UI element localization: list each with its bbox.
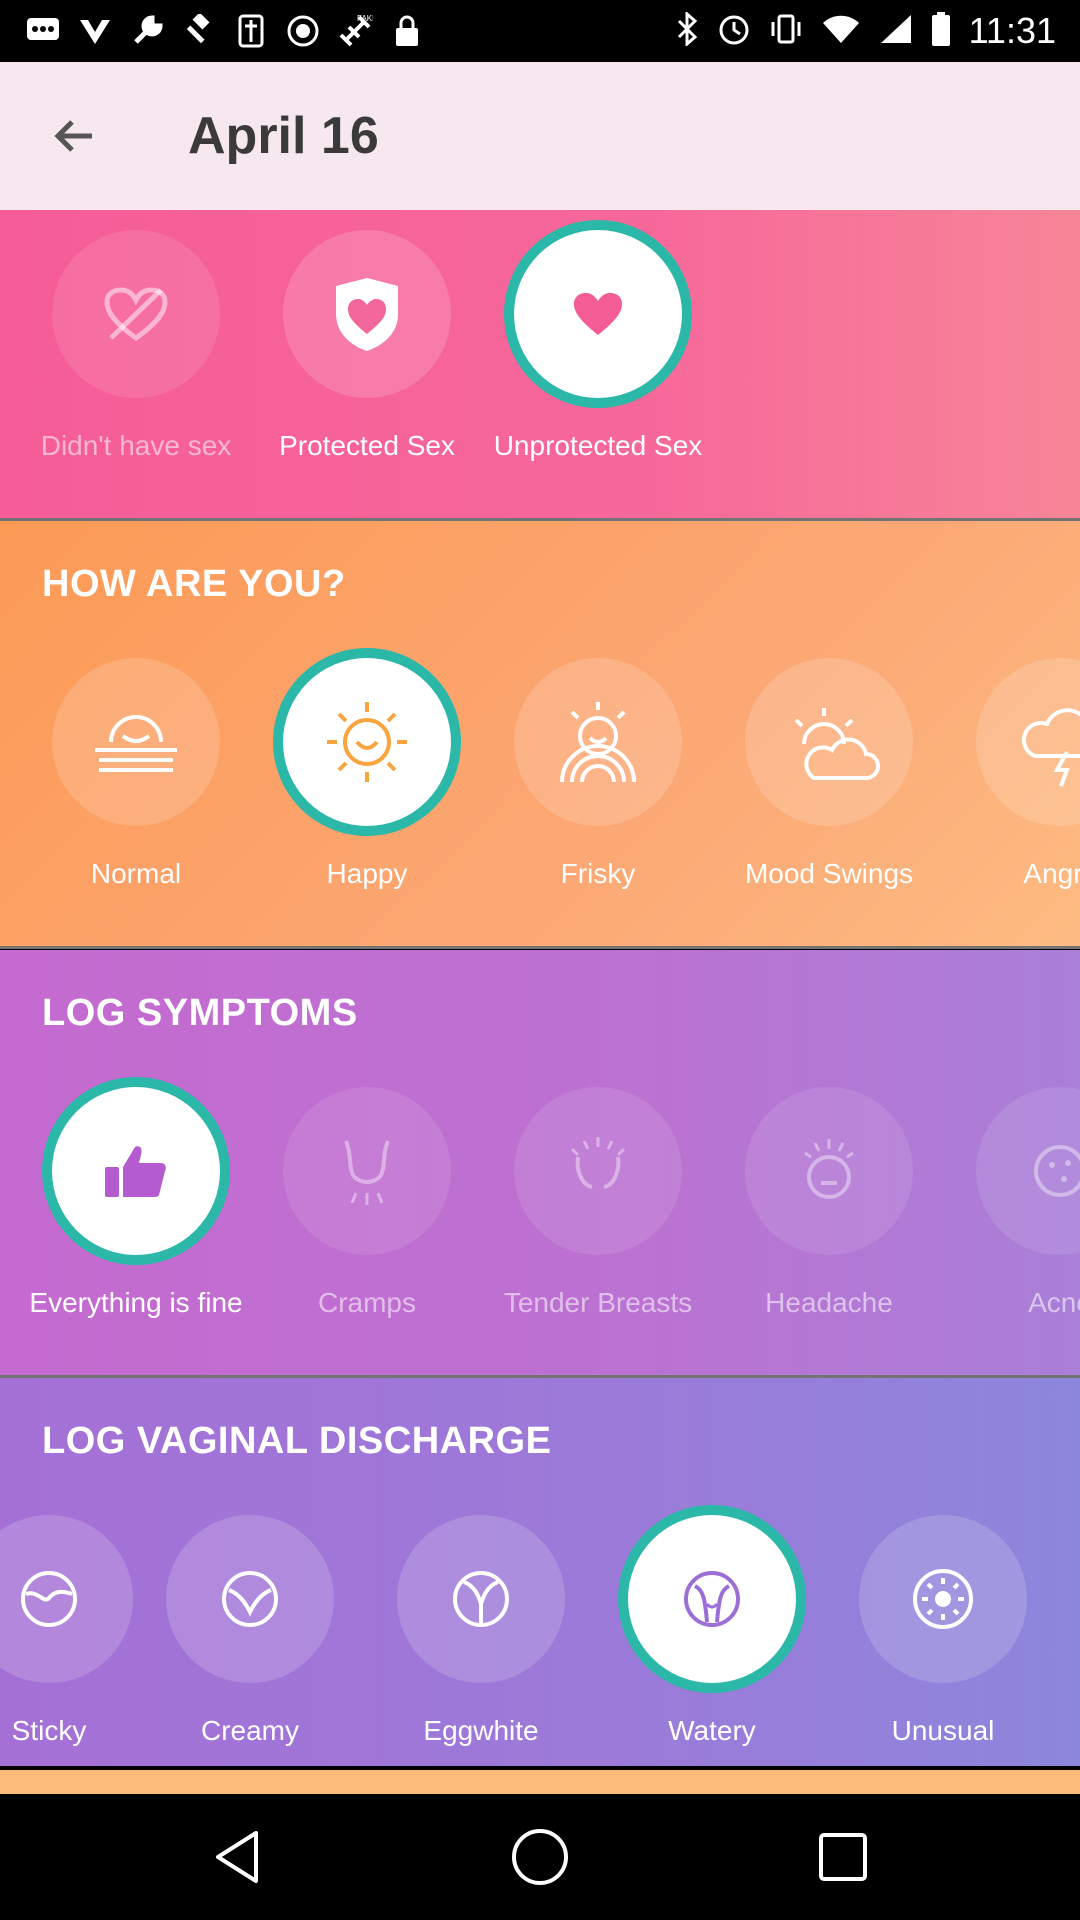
- nav-home-button[interactable]: [500, 1822, 580, 1892]
- discharge-section: LOG VAGINAL DISCHARGE Sticky Creamy Eggw…: [0, 1378, 1080, 1766]
- back-button[interactable]: [40, 102, 108, 170]
- symptom-acne[interactable]: Acne: [945, 1087, 1080, 1321]
- discharge-unusual[interactable]: Unusual: [828, 1515, 1058, 1749]
- symptom-label: Headache: [765, 1287, 893, 1318]
- watery-icon: [628, 1515, 796, 1683]
- recents-square-icon: [819, 1833, 867, 1881]
- cramps-icon: [283, 1087, 451, 1255]
- arrow-left-icon: [54, 120, 92, 152]
- next-section-strip: [0, 1770, 1080, 1794]
- no-heart-icon: [52, 230, 220, 398]
- fake-gps-icon: FAKE: [336, 12, 374, 50]
- symptom-label: Cramps: [317, 1287, 416, 1318]
- alarm-icon: [717, 12, 751, 51]
- eggwhite-icon: [397, 1515, 565, 1683]
- mood-angry[interactable]: Angry: [945, 658, 1080, 892]
- acne-icon: [976, 1087, 1080, 1255]
- mood-normal[interactable]: Normal: [21, 658, 251, 892]
- option-protected-sex[interactable]: Protected Sex: [252, 230, 482, 464]
- mood-label: Angry: [1023, 858, 1080, 889]
- mood-section: HOW ARE YOU? Normal Happy Frisky Mood Sw…: [0, 521, 1080, 946]
- app-header: April 16: [0, 62, 1080, 210]
- system-icons: 11:31: [675, 10, 1056, 52]
- discharge-label: Eggwhite: [423, 1715, 539, 1746]
- thumbs-up-icon: [52, 1087, 220, 1255]
- headache-icon: [745, 1087, 913, 1255]
- vibrate-icon: [769, 12, 803, 51]
- symptom-label: Acne: [1028, 1287, 1080, 1318]
- page-title: April 16: [188, 107, 379, 165]
- discharge-label: Creamy: [200, 1715, 299, 1746]
- discharge-watery[interactable]: Watery: [597, 1515, 827, 1749]
- sun-horizon-icon: [52, 658, 220, 826]
- discharge-label: Watery: [668, 1715, 756, 1746]
- discharge-label: Unusual: [891, 1715, 995, 1746]
- rainbow-sun-icon: [514, 658, 682, 826]
- lock-icon: [388, 12, 426, 50]
- mood-label: Mood Swings: [744, 858, 914, 889]
- mood-frisky[interactable]: Frisky: [483, 658, 713, 892]
- back-triangle-icon: [216, 1831, 258, 1883]
- option-unprotected-sex[interactable]: Unprotected Sex: [483, 230, 713, 464]
- battery-icon: [931, 11, 951, 52]
- plugin-icon: [232, 12, 270, 50]
- smiling-sun-icon: [283, 658, 451, 826]
- creamy-icon: [166, 1515, 334, 1683]
- mood-label: Normal: [90, 858, 182, 889]
- shield-heart-icon: [283, 230, 451, 398]
- option-label: Unprotected Sex: [493, 430, 703, 461]
- chat-icon: [24, 12, 62, 50]
- symptoms-section: LOG SYMPTOMS Everything is fine Cramps T…: [0, 950, 1080, 1375]
- symptom-tender-breasts[interactable]: Tender Breasts: [483, 1087, 713, 1321]
- unusual-icon: [859, 1515, 1027, 1683]
- option-didnt-have-sex[interactable]: Didn't have sex: [21, 230, 251, 464]
- symptom-headache[interactable]: Headache: [714, 1087, 944, 1321]
- tender-breasts-icon: [514, 1087, 682, 1255]
- system-nav-bar: [0, 1794, 1080, 1920]
- mood-label: Frisky: [560, 858, 636, 889]
- section-title: HOW ARE YOU?: [42, 563, 346, 605]
- option-label: Didn't have sex: [40, 430, 232, 461]
- sex-section: Didn't have sex Protected Sex Unprotecte…: [0, 210, 1080, 518]
- symptom-label: Tender Breasts: [503, 1287, 693, 1318]
- mood-happy[interactable]: Happy: [252, 658, 482, 892]
- check-icon: [76, 12, 114, 50]
- symptom-label: Everything is fine: [29, 1287, 243, 1318]
- sticky-icon: [0, 1515, 133, 1683]
- discharge-creamy[interactable]: Creamy: [135, 1515, 365, 1749]
- wrench-icon: [128, 12, 166, 50]
- section-title: LOG SYMPTOMS: [42, 992, 358, 1034]
- status-bar: FAKE 11:31: [0, 0, 1080, 62]
- block-icon: [284, 12, 322, 50]
- symptom-everything-is-fine[interactable]: Everything is fine: [21, 1087, 251, 1321]
- section-title: LOG VAGINAL DISCHARGE: [42, 1420, 552, 1462]
- clock: 11:31: [968, 10, 1056, 51]
- mood-mood-swings[interactable]: Mood Swings: [714, 658, 944, 892]
- nav-back-button[interactable]: [197, 1822, 277, 1892]
- gavel-icon: [180, 12, 218, 50]
- signal-icon: [879, 13, 913, 50]
- divider: [0, 946, 1080, 949]
- heart-icon: [514, 230, 682, 398]
- option-label: Protected Sex: [279, 430, 455, 461]
- bluetooth-icon: [675, 10, 699, 51]
- wifi-icon: [821, 13, 861, 50]
- home-circle-icon: [512, 1829, 568, 1885]
- symptom-cramps[interactable]: Cramps: [252, 1087, 482, 1321]
- svg-text:FAKE: FAKE: [357, 14, 373, 23]
- sun-cloud-icon: [745, 658, 913, 826]
- storm-cloud-icon: [976, 658, 1080, 826]
- discharge-eggwhite[interactable]: Eggwhite: [366, 1515, 596, 1749]
- nav-recents-button[interactable]: [803, 1822, 883, 1892]
- mood-label: Happy: [326, 858, 408, 889]
- notification-icons: FAKE: [24, 10, 426, 52]
